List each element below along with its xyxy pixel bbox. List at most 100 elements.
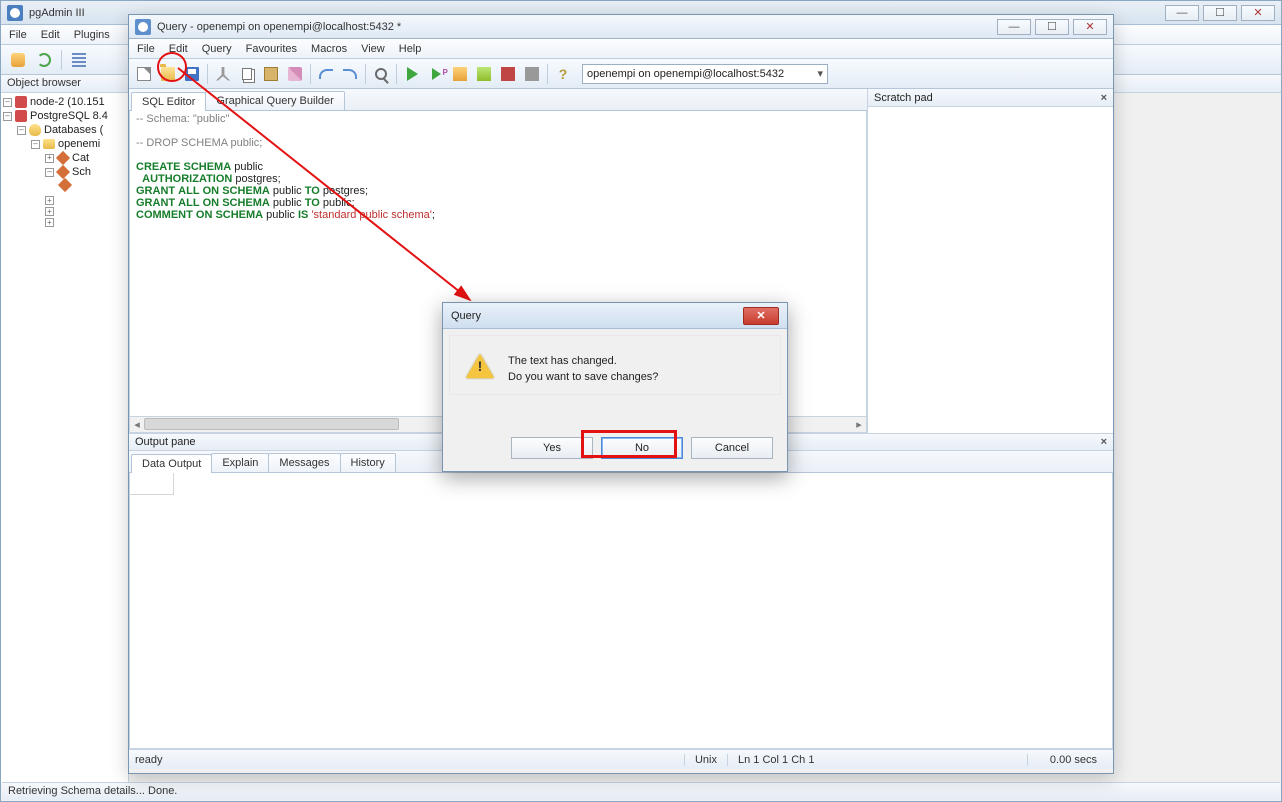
- open-file-icon[interactable]: [157, 63, 179, 85]
- tab-history[interactable]: History: [340, 453, 396, 472]
- query-close-button[interactable]: ✕: [1073, 19, 1107, 35]
- status-os: Unix: [684, 754, 727, 766]
- stop-icon[interactable]: [521, 63, 543, 85]
- object-browser-title: Object browser: [7, 77, 81, 89]
- scratch-pad-panel: Scratch pad ×: [867, 89, 1113, 433]
- expand-icon[interactable]: –: [31, 140, 40, 149]
- toolbar-separator: [310, 64, 311, 84]
- scratch-pad-close-icon[interactable]: ×: [1101, 92, 1107, 104]
- yes-button[interactable]: Yes: [511, 437, 593, 459]
- tree-node-label: Sch: [72, 166, 91, 178]
- tree-node[interactable]: +: [1, 206, 128, 217]
- query-minimize-button[interactable]: —: [997, 19, 1031, 35]
- redo-icon[interactable]: [339, 63, 361, 85]
- cyl-icon: [29, 124, 41, 136]
- cancel-query-icon[interactable]: [497, 63, 519, 85]
- tab-messages[interactable]: Messages: [268, 453, 340, 472]
- tree-node[interactable]: [1, 179, 128, 191]
- tree-node[interactable]: –Databases (: [1, 123, 128, 137]
- properties-icon[interactable]: [68, 49, 90, 71]
- clear-icon[interactable]: [284, 63, 306, 85]
- query-menubar: File Edit Query Favourites Macros View H…: [129, 39, 1113, 59]
- dialog-titlebar[interactable]: Query ✕: [443, 303, 787, 329]
- expand-icon[interactable]: –: [3, 112, 12, 121]
- dialog-close-button[interactable]: ✕: [743, 307, 779, 325]
- diamond-icon: [56, 165, 70, 179]
- dbico-icon: [43, 139, 55, 149]
- tree-node[interactable]: + Cat: [1, 151, 128, 165]
- close-button[interactable]: ✕: [1241, 5, 1275, 21]
- toolbar-separator: [207, 64, 208, 84]
- no-button[interactable]: No: [601, 437, 683, 459]
- menu-edit[interactable]: Edit: [41, 29, 60, 41]
- paste-icon[interactable]: [260, 63, 282, 85]
- tree-node-label: openemi: [58, 138, 100, 150]
- expand-icon[interactable]: –: [17, 126, 26, 135]
- toolbar-separator: [365, 64, 366, 84]
- scratch-pad-title: Scratch pad: [874, 92, 933, 104]
- copy-icon[interactable]: [236, 63, 258, 85]
- scrollbar-thumb[interactable]: [144, 418, 399, 430]
- menu-plugins[interactable]: Plugins: [74, 29, 110, 41]
- tree-node[interactable]: +: [1, 195, 128, 206]
- undo-icon[interactable]: [315, 63, 337, 85]
- scroll-right-icon[interactable]: ▸: [852, 417, 866, 431]
- toolbar-separator: [547, 64, 548, 84]
- tab-data-output[interactable]: Data Output: [131, 454, 212, 473]
- explain-analyze-icon[interactable]: [473, 63, 495, 85]
- maximize-button[interactable]: ☐: [1203, 5, 1237, 21]
- connection-value: openempi on openempi@localhost:5432: [587, 68, 784, 80]
- tree-node[interactable]: – node-2 (10.151: [1, 95, 128, 109]
- expand-icon[interactable]: +: [45, 154, 54, 163]
- save-changes-dialog: Query ✕ ! The text has changed. Do you w…: [442, 302, 788, 472]
- expand-icon[interactable]: –: [3, 98, 12, 107]
- tree-node[interactable]: +: [1, 217, 128, 228]
- menu-file[interactable]: File: [9, 29, 27, 41]
- scratch-pad-body[interactable]: [868, 107, 1113, 433]
- status-time: 0.00 secs: [1027, 754, 1107, 766]
- new-file-icon[interactable]: [133, 63, 155, 85]
- expand-icon[interactable]: –: [45, 168, 54, 177]
- qmenu-query[interactable]: Query: [202, 43, 232, 55]
- expand-icon[interactable]: +: [45, 218, 54, 227]
- cancel-button[interactable]: Cancel: [691, 437, 773, 459]
- expand-icon[interactable]: +: [45, 207, 54, 216]
- tree-node-label: node-2 (10.151: [30, 96, 105, 108]
- qmenu-help[interactable]: Help: [399, 43, 422, 55]
- execute-icon[interactable]: [401, 63, 423, 85]
- tree-node[interactable]: –PostgreSQL 8.4: [1, 109, 128, 123]
- qmenu-edit[interactable]: Edit: [169, 43, 188, 55]
- qmenu-macros[interactable]: Macros: [311, 43, 347, 55]
- warning-icon: !: [466, 354, 494, 380]
- dialog-line1: The text has changed.: [508, 354, 658, 370]
- tab-sql-editor[interactable]: SQL Editor: [131, 92, 206, 111]
- main-statusbar: Retrieving Schema details... Done.: [2, 782, 1280, 800]
- expand-icon[interactable]: +: [45, 196, 54, 205]
- find-icon[interactable]: [370, 63, 392, 85]
- tab-explain[interactable]: Explain: [211, 453, 269, 472]
- tree-node-label: Cat: [72, 152, 89, 164]
- cut-icon[interactable]: [212, 63, 234, 85]
- explain-icon[interactable]: [449, 63, 471, 85]
- qmenu-file[interactable]: File: [137, 43, 155, 55]
- app-icon: [7, 5, 23, 21]
- execute-pgscript-icon[interactable]: [425, 63, 447, 85]
- qmenu-view[interactable]: View: [361, 43, 385, 55]
- tree-node[interactable]: – openemi: [1, 137, 128, 151]
- save-file-icon[interactable]: [181, 63, 203, 85]
- minimize-button[interactable]: —: [1165, 5, 1199, 21]
- refresh-icon[interactable]: [33, 49, 55, 71]
- query-titlebar[interactable]: Query - openempi on openempi@localhost:5…: [129, 15, 1113, 39]
- qmenu-favourites[interactable]: Favourites: [246, 43, 297, 55]
- output-pane-body[interactable]: [129, 473, 1113, 749]
- scroll-left-icon[interactable]: ◂: [130, 417, 144, 431]
- output-pane-close-icon[interactable]: ×: [1101, 436, 1107, 448]
- connection-dropdown[interactable]: openempi on openempi@localhost:5432: [582, 64, 828, 84]
- editor-tabstrip: SQL Editor Graphical Query Builder: [129, 89, 867, 111]
- tab-graphical-query-builder[interactable]: Graphical Query Builder: [205, 91, 344, 110]
- connect-icon[interactable]: [7, 49, 29, 71]
- object-browser-tree[interactable]: – node-2 (10.151–PostgreSQL 8.4–Databases…: [1, 93, 129, 783]
- query-maximize-button[interactable]: ☐: [1035, 19, 1069, 35]
- query-window-icon: [135, 19, 151, 35]
- help-icon[interactable]: ?: [552, 63, 574, 85]
